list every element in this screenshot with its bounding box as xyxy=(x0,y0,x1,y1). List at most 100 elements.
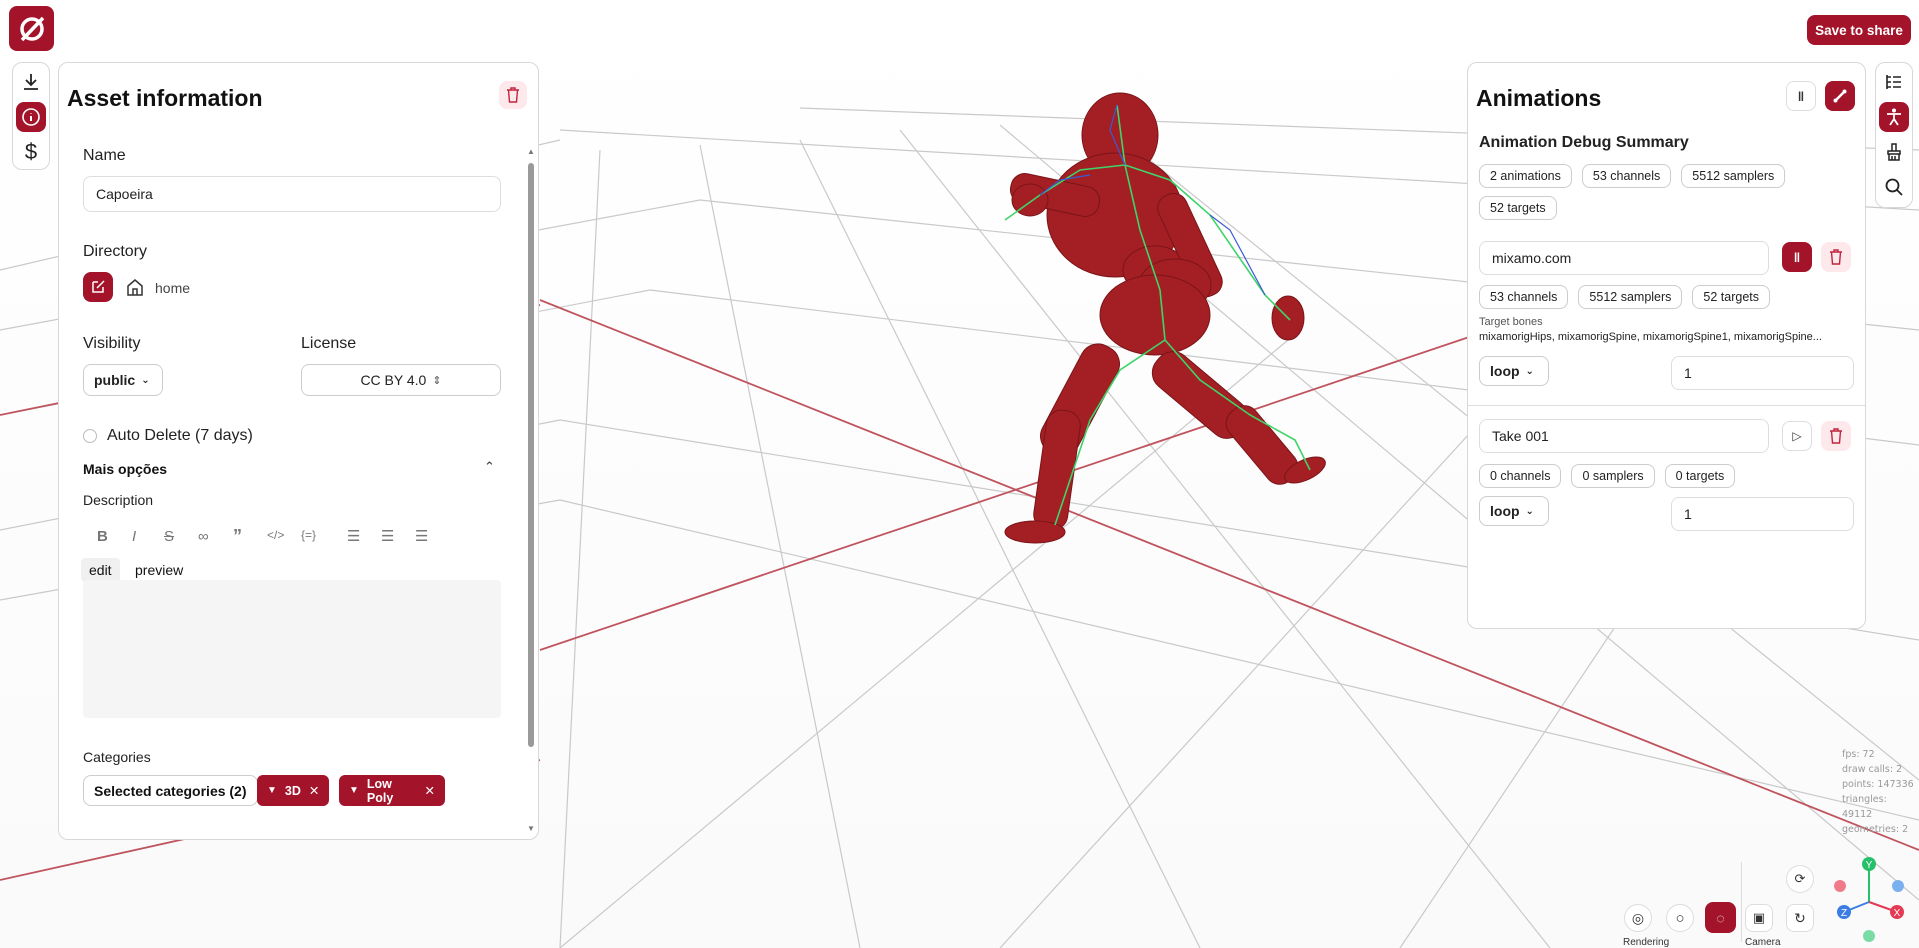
bold-icon[interactable]: B xyxy=(97,528,108,545)
name-label: Name xyxy=(83,147,126,164)
download-button[interactable] xyxy=(16,67,46,97)
visibility-label: Visibility xyxy=(83,335,141,352)
outline-button[interactable] xyxy=(1879,67,1909,97)
delete-clip-button[interactable] xyxy=(1821,421,1851,451)
draw-calls-stat: draw calls: 2 xyxy=(1842,764,1903,775)
bullet-list-icon[interactable]: ☰ xyxy=(347,527,360,545)
camera-button[interactable]: ▣ xyxy=(1745,904,1773,932)
loop-value: loop xyxy=(1490,503,1520,519)
bones-toggle-button[interactable] xyxy=(1825,81,1855,111)
x-axis-label: X xyxy=(1894,908,1901,919)
pause-clip-button[interactable]: ‖ xyxy=(1782,242,1812,272)
repeat-input[interactable]: 1 xyxy=(1671,497,1854,531)
code-block-icon[interactable]: {=} xyxy=(301,528,316,542)
clip-pills: 0 channels 0 samplers 0 targets xyxy=(1479,464,1736,488)
save-to-share-button[interactable]: Save to share xyxy=(1807,15,1911,45)
loop-select[interactable]: loop ⌄ xyxy=(1479,356,1549,386)
z-axis-label: Z xyxy=(1841,908,1847,919)
animation-button[interactable] xyxy=(1879,102,1909,132)
pricing-button[interactable]: $ xyxy=(16,137,46,167)
material-button[interactable] xyxy=(1879,137,1909,167)
left-toolbar: $ xyxy=(12,62,50,170)
controls-divider xyxy=(1741,862,1742,942)
directory-value[interactable]: home xyxy=(155,280,190,296)
render-stats: fps: 72 draw calls: 2 points: 147336 tri… xyxy=(1842,747,1919,837)
search-icon xyxy=(1885,178,1903,196)
auto-delete-checkbox[interactable] xyxy=(83,429,97,443)
clip-pills: 53 channels 5512 samplers 52 targets xyxy=(1479,285,1771,309)
clip-pill: 0 samplers xyxy=(1571,464,1655,488)
info-button[interactable] xyxy=(16,102,46,132)
triangles-stat: triangles: 49112 xyxy=(1842,794,1887,820)
rendering-option-button[interactable]: ◎ xyxy=(1624,904,1652,932)
pause-icon: ‖ xyxy=(1793,249,1801,265)
license-select[interactable]: CC BY 4.0 ⇕ xyxy=(301,364,501,396)
app-logo[interactable] xyxy=(9,6,54,51)
camera-reset-button[interactable]: ↻ xyxy=(1786,904,1814,932)
chevron-up-icon[interactable]: ⌃ xyxy=(484,459,495,475)
neg-x-axis-icon xyxy=(1834,880,1846,892)
checklist-icon[interactable]: ☰ xyxy=(415,527,428,545)
more-options-toggle[interactable]: Mais opções xyxy=(83,461,167,477)
clip-name-input[interactable]: mixamo.com xyxy=(1479,241,1769,275)
clip-pill: 53 channels xyxy=(1479,285,1569,309)
chevron-down-icon: ⌄ xyxy=(141,374,150,386)
edit-tab[interactable]: edit xyxy=(81,558,120,582)
neg-y-axis-icon xyxy=(1863,930,1875,942)
ordered-list-icon[interactable]: ☰ xyxy=(381,527,394,545)
scrollbar-thumb[interactable] xyxy=(528,163,534,747)
category-tag[interactable]: ▼ Low Poly ✕ xyxy=(339,775,445,806)
code-icon[interactable]: </> xyxy=(267,528,284,542)
categories-label: Categories xyxy=(83,749,151,765)
pause-all-button[interactable]: ‖ xyxy=(1786,81,1816,111)
asset-panel-title: Asset information xyxy=(67,85,263,111)
description-textarea[interactable] xyxy=(83,580,501,718)
category-tag[interactable]: ▼ 3D ✕ xyxy=(257,775,329,806)
orbit-icon: ⟳ xyxy=(1794,871,1806,886)
remove-tag-icon[interactable]: ✕ xyxy=(309,783,319,798)
outline-icon xyxy=(1886,75,1901,89)
search-button[interactable] xyxy=(1879,172,1909,202)
circle-icon: ○ xyxy=(1675,909,1685,927)
selected-categories-button[interactable]: Selected categories (2) xyxy=(83,775,258,806)
edit-directory-button[interactable] xyxy=(83,272,113,302)
trash-icon xyxy=(1830,249,1842,265)
clip-name-input[interactable]: Take 001 xyxy=(1479,419,1769,453)
play-icon: ▷ xyxy=(1792,429,1802,443)
directory-label: Directory xyxy=(83,243,148,260)
scroll-up-icon[interactable]: ▲ xyxy=(527,147,535,156)
delete-asset-button[interactable] xyxy=(499,81,527,109)
summary-pills: 2 animations 53 channels 5512 samplers 5… xyxy=(1479,164,1809,220)
remove-tag-icon[interactable]: ✕ xyxy=(425,783,435,798)
visibility-value: public xyxy=(94,372,136,388)
scroll-down-icon[interactable]: ▼ xyxy=(527,824,535,833)
link-icon[interactable]: ∞ xyxy=(198,528,209,545)
camera-label: Camera xyxy=(1745,937,1781,948)
camera-orbit-button[interactable]: ⟳ xyxy=(1786,865,1814,893)
auto-delete-label[interactable]: Auto Delete (7 days) xyxy=(107,427,253,445)
strikethrough-icon[interactable]: S xyxy=(164,528,174,545)
repeat-input[interactable]: 1 xyxy=(1671,356,1854,390)
rendering-option-button[interactable]: ○ xyxy=(1666,904,1694,932)
delete-clip-button[interactable] xyxy=(1821,242,1851,272)
bone-icon xyxy=(1833,89,1847,103)
quote-icon[interactable]: ” xyxy=(233,526,242,547)
axis-gizmo[interactable]: Y X Z xyxy=(1822,850,1918,946)
loop-select[interactable]: loop ⌄ xyxy=(1479,496,1549,526)
name-input[interactable]: Capoeira xyxy=(83,176,501,212)
edit-icon xyxy=(92,280,105,293)
preview-tab[interactable]: preview xyxy=(127,558,191,582)
scrollbar[interactable]: ▲ ▼ xyxy=(527,147,535,833)
clip-pill: 5512 samplers xyxy=(1578,285,1683,309)
rendering-option-button[interactable]: ◌ xyxy=(1705,902,1736,933)
logo-icon xyxy=(19,16,44,41)
play-clip-button[interactable]: ▷ xyxy=(1782,421,1812,451)
download-icon xyxy=(24,74,38,90)
license-value: CC BY 4.0 xyxy=(360,372,427,388)
license-label: License xyxy=(301,335,357,352)
dollar-icon: $ xyxy=(24,139,38,164)
visibility-select[interactable]: public ⌄ xyxy=(83,364,163,396)
right-toolbar xyxy=(1875,62,1913,208)
italic-icon[interactable]: I xyxy=(132,528,136,545)
clip-pill: 0 targets xyxy=(1664,464,1736,488)
